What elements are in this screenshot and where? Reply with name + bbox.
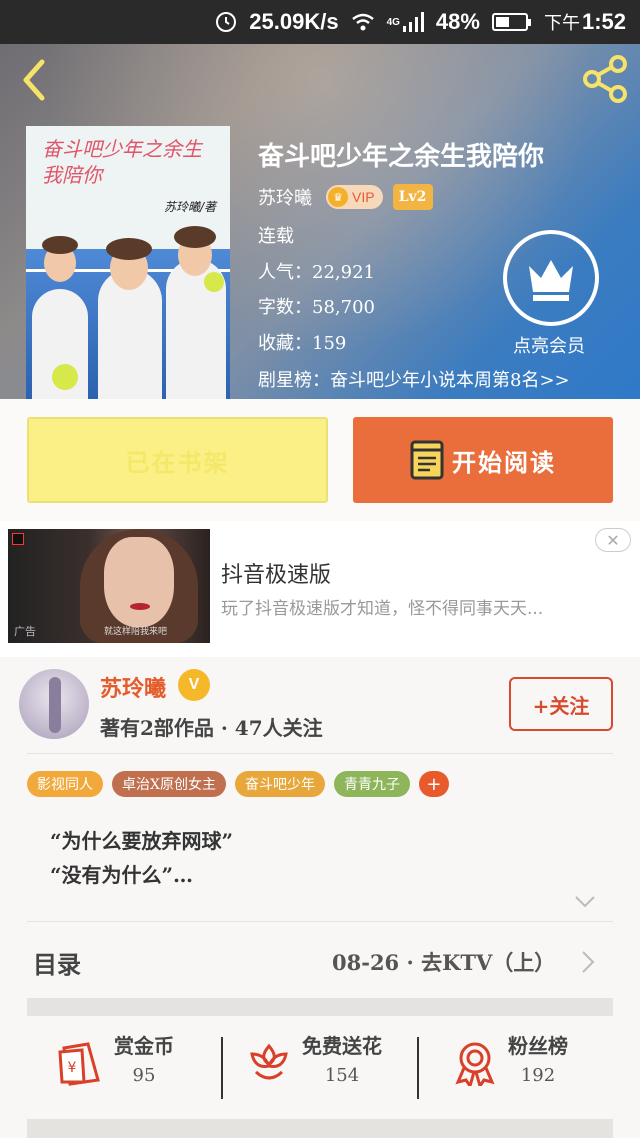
fan-ranking-label: 粉丝榜 xyxy=(508,1034,568,1058)
book-title: 奋斗吧少年之余生我陪你 xyxy=(258,142,545,172)
free-flower-button[interactable]: 免费送花 154 xyxy=(246,1030,382,1110)
reward-coins-label: 赏金币 xyxy=(114,1034,174,1058)
clock: 1:52 xyxy=(581,9,626,34)
stat-divider xyxy=(417,1037,419,1099)
stat-divider xyxy=(221,1037,223,1099)
flower-icon xyxy=(250,1043,288,1080)
ad-caption: 就这样陪我来吧 xyxy=(104,627,168,637)
divider xyxy=(27,753,613,754)
section-separator xyxy=(27,998,613,1016)
tag-chip[interactable]: 影视同人 xyxy=(27,771,103,797)
author-section: 苏玲曦 V 著有2部作品 · 47人关注 +关注 影视同人 卓治X原创女主 奋斗吧少… xyxy=(0,657,640,1138)
book-icon xyxy=(410,440,444,480)
vip-label: VIP xyxy=(352,189,375,205)
svg-text:¥: ¥ xyxy=(68,1060,77,1076)
toc-label[interactable]: 目录 xyxy=(33,945,81,980)
level-badge: Lv2 xyxy=(392,184,433,210)
battery-icon xyxy=(491,13,531,31)
medal-icon xyxy=(455,1042,495,1086)
start-reading-label: 开始阅读 xyxy=(452,447,556,477)
follow-button[interactable]: +关注 xyxy=(509,677,613,731)
tiktok-icon xyxy=(12,533,24,545)
divider xyxy=(27,921,613,922)
chevron-down-icon[interactable] xyxy=(574,895,596,909)
intro-line-2: “没有为什么”… xyxy=(50,863,194,887)
fan-ranking-button[interactable]: 粉丝榜 192 xyxy=(452,1030,568,1110)
signal-icon: 4G xyxy=(387,12,424,32)
favorites-count: 收藏：159 xyxy=(258,333,347,354)
wifi-icon xyxy=(351,12,375,32)
ad-title[interactable]: 抖音极速版 xyxy=(221,557,331,589)
fan-ranking-count: 192 xyxy=(520,1065,556,1086)
network-type: 4G xyxy=(386,16,400,28)
ad-close-button[interactable]: ✕ xyxy=(595,528,631,552)
in-shelf-button[interactable]: 已在书架 xyxy=(27,417,328,503)
start-reading-button[interactable]: 开始阅读 xyxy=(353,417,613,503)
verified-badge: V xyxy=(178,669,210,701)
vip-badge: ♛ VIP xyxy=(326,185,383,209)
author-name-link[interactable]: 苏玲曦 xyxy=(258,184,312,210)
action-bar: 已在书架 开始阅读 xyxy=(0,399,640,521)
avatar[interactable] xyxy=(19,669,89,739)
section-separator xyxy=(27,1119,613,1138)
add-tag-button[interactable]: + xyxy=(418,771,449,797)
popularity: 人气：22,921 xyxy=(258,262,375,283)
latest-chapter[interactable]: 08-26 · 去KTV（上） xyxy=(332,947,555,977)
net-speed: 25.09K/s xyxy=(249,9,339,34)
tag-chip[interactable]: 奋斗吧少年 xyxy=(234,771,325,797)
reward-coins-count: 95 xyxy=(132,1065,156,1086)
tag-chip[interactable]: 卓治X原创女主 xyxy=(112,771,226,797)
status-bar: 25.09K/s 4G 48% 下午 1:52 xyxy=(0,0,640,44)
book-header: 奋斗吧少年之余生我陪你 苏玲曦/著 奋斗吧少年之余生我陪你 苏玲曦 ♛ VIP … xyxy=(0,44,640,399)
intro-line-1: “为什么要放弃网球” xyxy=(50,829,234,853)
chevron-right-icon[interactable] xyxy=(580,949,596,975)
free-flower-label: 免费送花 xyxy=(302,1034,382,1058)
reward-coins-button[interactable]: ¥ 赏金币 95 xyxy=(58,1030,174,1110)
member-label[interactable]: 点亮会员 xyxy=(513,332,585,358)
red-envelope-icon: ¥ xyxy=(58,1042,100,1086)
word-count: 字数：58,700 xyxy=(258,297,375,318)
cover-title: 奋斗吧少年之余生我陪你 xyxy=(42,137,202,187)
book-cover[interactable]: 奋斗吧少年之余生我陪你 苏玲曦/著 xyxy=(26,126,230,399)
time-prefix: 下午 xyxy=(543,13,580,33)
author-name[interactable]: 苏玲曦 xyxy=(100,671,166,703)
member-button[interactable] xyxy=(503,230,599,326)
ranking-link[interactable]: 剧星榜：奋斗吧少年小说本周第8名>> xyxy=(258,366,570,392)
back-icon[interactable] xyxy=(14,56,54,104)
ad-image[interactable]: 广告 就这样陪我来吧 xyxy=(8,529,210,643)
ad-banner[interactable]: 广告 就这样陪我来吧 抖音极速版 玩了抖音极速版才知道，怪不得同事天天... ✕ xyxy=(0,521,640,657)
crown-icon xyxy=(529,260,573,301)
serial-status: 连载 xyxy=(258,226,294,247)
alarm-icon xyxy=(215,11,237,33)
share-icon[interactable] xyxy=(580,54,630,104)
tennis-ball xyxy=(52,364,78,390)
tag-chip[interactable]: 青青九子 xyxy=(333,771,410,797)
ad-tag: 广告 xyxy=(14,625,36,638)
author-row: 苏玲曦 ♛ VIP Lv2 xyxy=(258,184,433,210)
author-stats: 著有2部作品 · 47人关注 xyxy=(100,716,323,740)
ad-description[interactable]: 玩了抖音极速版才知道，怪不得同事天天... xyxy=(221,594,543,619)
cover-author: 苏玲曦/著 xyxy=(163,200,216,214)
crown-icon: ♛ xyxy=(328,187,348,207)
tag-list: 影视同人 卓治X原创女主 奋斗吧少年 青青九子 + xyxy=(27,771,449,797)
free-flower-count: 154 xyxy=(324,1065,360,1086)
battery-percent: 48% xyxy=(435,9,480,34)
